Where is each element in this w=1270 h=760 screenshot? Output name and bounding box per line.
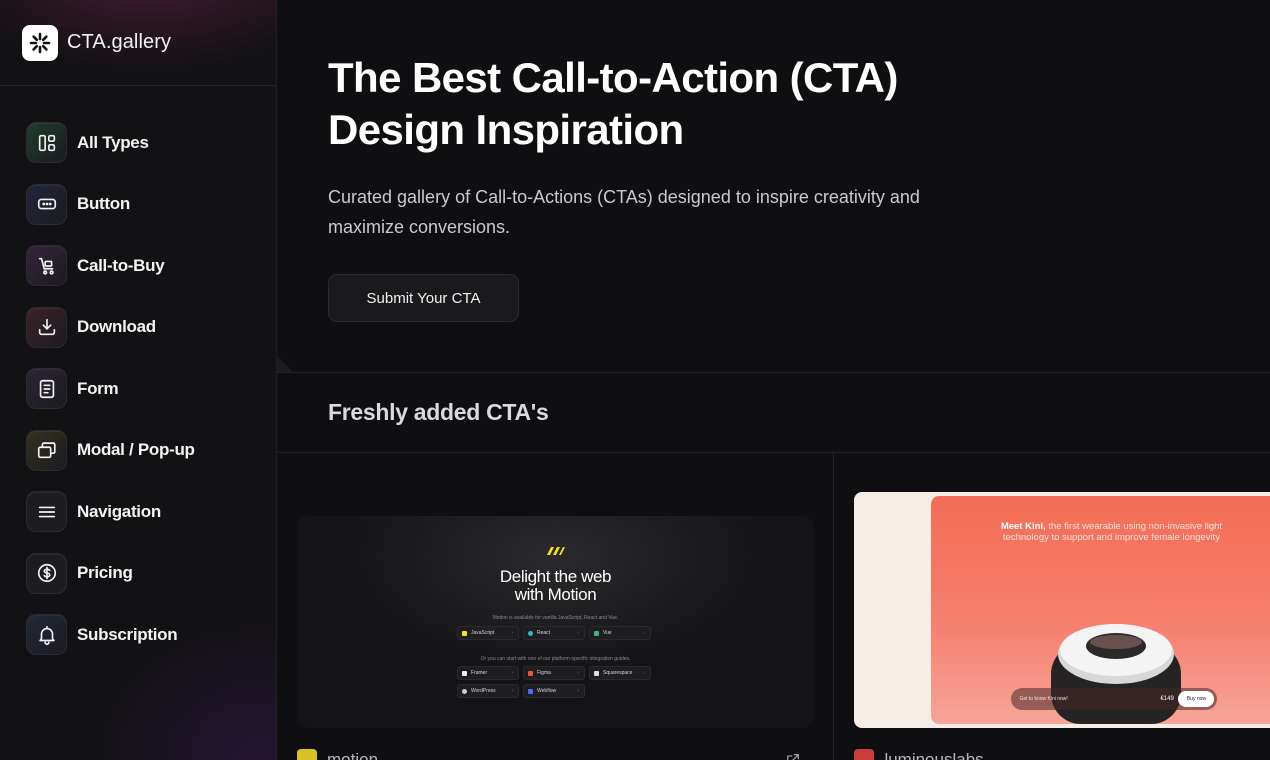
chip-framer[interactable]: Framer › xyxy=(457,666,519,680)
card-preview[interactable]: Meet Kini, the first wearable using non-… xyxy=(854,492,1270,728)
section-header: Freshly added CTA's xyxy=(277,372,1270,453)
chip-label: Webflow xyxy=(537,688,557,694)
sparkle-icon xyxy=(22,24,58,61)
chip-squarespace[interactable]: Squarespace › xyxy=(589,666,651,680)
chip-label: Figma xyxy=(537,670,551,676)
javascript-icon xyxy=(462,630,467,636)
sidebar-item-label: Call-to-Buy xyxy=(77,255,165,275)
hero: The Best Call-to-Action (CTA) Design Ins… xyxy=(277,0,1270,372)
category-nav: All Types Button Call-to-Buy Download Fo… xyxy=(0,86,276,655)
cart-icon xyxy=(26,245,67,286)
button-icon xyxy=(26,183,67,225)
react-icon xyxy=(528,630,533,636)
chip-label: Squarespace xyxy=(603,670,633,676)
cta-card-motion[interactable]: Delight the web with Motion Motion is av… xyxy=(277,453,835,760)
motion-logo-icon xyxy=(547,547,565,555)
sidebar-item-label: Button xyxy=(77,194,130,213)
preview-caption: Motion is available for vanilla JavaScri… xyxy=(492,615,619,621)
chip-javascript[interactable]: JavaScript › xyxy=(457,626,519,640)
sidebar-item-label: All Types xyxy=(77,132,149,152)
preview-title: Delight the web with Motion xyxy=(499,567,612,604)
sidebar-item-download[interactable]: Download xyxy=(26,306,276,348)
sidebar-item-label: Download xyxy=(77,317,156,336)
page-title: The Best Call-to-Action (CTA) Design Ins… xyxy=(328,54,898,153)
card-site-name[interactable]: motion xyxy=(327,750,378,760)
sidebar: CTA.gallery All Types Button Call-to-Buy xyxy=(0,0,277,760)
dollar-icon xyxy=(26,552,67,594)
card-grid: Delight the web with Motion Motion is av… xyxy=(277,453,1270,760)
motion-favicon-icon xyxy=(297,749,317,760)
sidebar-item-all-types[interactable]: All Types xyxy=(26,122,276,163)
sidebar-item-label: Pricing xyxy=(77,563,133,582)
chip-react[interactable]: React › xyxy=(523,626,585,640)
preview-buy-bar: Get to know Kini now! €149 Buy now xyxy=(1011,688,1218,710)
chip-label: JavaScript xyxy=(471,630,495,636)
sidebar-item-call-to-buy[interactable]: Call-to-Buy xyxy=(26,245,276,286)
chip-label: WordPress xyxy=(471,688,496,694)
preview-headline: Meet Kini, the first wearable using non-… xyxy=(981,521,1241,543)
chip-vue[interactable]: Vue › xyxy=(589,626,651,640)
main-content: The Best Call-to-Action (CTA) Design Ins… xyxy=(277,0,1270,760)
chip-label: Vue xyxy=(603,630,612,636)
preview-price: €149 xyxy=(1160,696,1174,702)
chip-webflow[interactable]: Webflow › xyxy=(523,684,585,698)
modal-icon xyxy=(26,429,67,471)
section-title: Freshly added CTA's xyxy=(328,399,549,425)
external-link-icon[interactable] xyxy=(785,752,801,760)
sidebar-item-label: Form xyxy=(77,378,119,398)
figma-icon xyxy=(528,670,533,676)
vue-icon xyxy=(594,630,599,636)
preview-buy-button[interactable]: Buy now xyxy=(1178,691,1215,707)
preview-hero-panel: Meet Kini, the first wearable using non-… xyxy=(931,496,1270,724)
chip-wordpress[interactable]: WordPress › xyxy=(457,684,519,698)
brand-name: CTA.gallery xyxy=(67,31,172,53)
card-preview[interactable]: Delight the web with Motion Motion is av… xyxy=(297,516,814,728)
framer-icon xyxy=(462,670,467,676)
sidebar-item-pricing[interactable]: Pricing xyxy=(26,552,276,594)
brand[interactable]: CTA.gallery xyxy=(0,0,276,86)
squarespace-icon xyxy=(594,670,599,676)
sidebar-item-label: Navigation xyxy=(77,501,161,521)
webflow-icon xyxy=(528,688,533,694)
card-site-name[interactable]: luminouslabs xyxy=(884,750,983,760)
corner-decoration xyxy=(277,356,293,372)
page-subtitle: Curated gallery of Call-to-Actions (CTAs… xyxy=(328,187,920,237)
download-icon xyxy=(26,306,67,348)
sidebar-item-modal-pop-up[interactable]: Modal / Pop-up xyxy=(26,429,276,471)
chip-label: React xyxy=(537,630,551,636)
preview-bar-text: Get to know Kini now! xyxy=(1019,696,1068,702)
sidebar-item-subscription[interactable]: Subscription xyxy=(26,614,276,655)
form-icon xyxy=(26,368,67,409)
sidebar-item-label: Modal / Pop-up xyxy=(77,440,195,459)
preview-caption-2: Or you can start with one of our platfor… xyxy=(480,656,631,662)
chip-figma[interactable]: Figma › xyxy=(523,666,585,680)
wordpress-icon xyxy=(462,688,467,694)
preview-headline-bold: Meet Kini, xyxy=(1000,521,1046,532)
sidebar-item-form[interactable]: Form xyxy=(26,368,276,409)
app-root: CTA.gallery All Types Button Call-to-Buy xyxy=(0,0,1270,760)
cta-card-luminouslabs[interactable]: Meet Kini, the first wearable using non-… xyxy=(834,453,1270,760)
submit-cta-button[interactable]: Submit Your CTA xyxy=(328,274,519,322)
luminouslabs-favicon-icon xyxy=(854,749,875,760)
sidebar-item-button[interactable]: Button xyxy=(26,183,276,225)
sidebar-item-label: Subscription xyxy=(77,624,178,644)
grid-layout-icon xyxy=(26,122,67,163)
chip-label: Framer xyxy=(471,670,488,676)
sidebar-item-navigation[interactable]: Navigation xyxy=(26,491,276,532)
bell-icon xyxy=(26,614,67,655)
menu-icon xyxy=(26,491,67,532)
